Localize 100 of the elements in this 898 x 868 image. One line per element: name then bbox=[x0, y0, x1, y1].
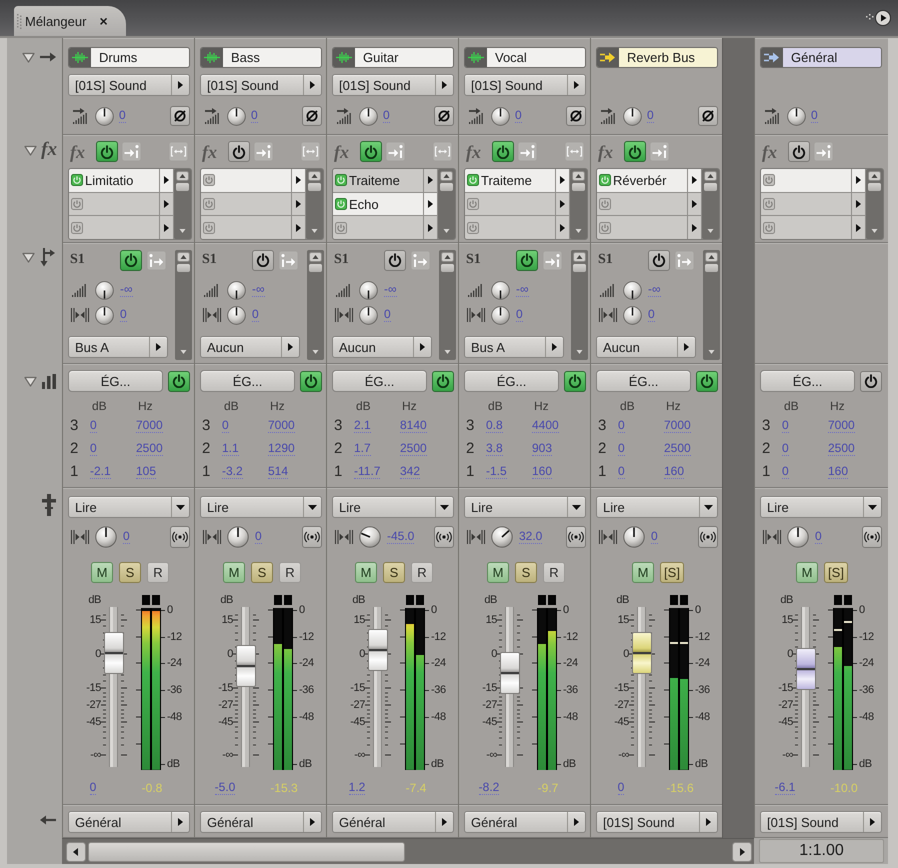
phase-invert-button[interactable] bbox=[434, 106, 454, 126]
eq-gain-value[interactable]: -1.5 bbox=[486, 464, 507, 478]
effect-menu-button[interactable] bbox=[556, 216, 569, 239]
record-button[interactable]: R bbox=[147, 562, 169, 583]
output-dropdown[interactable]: Général bbox=[332, 811, 454, 833]
mute-button[interactable]: M bbox=[91, 562, 113, 583]
pan-value[interactable]: -45.0 bbox=[387, 530, 414, 544]
send-bus-dropdown[interactable]: Aucun bbox=[200, 336, 300, 358]
effect-slot[interactable]: Traiteme bbox=[333, 169, 423, 192]
automation-mode-dropdown[interactable]: Lire bbox=[464, 496, 586, 518]
pan-value[interactable]: 0 bbox=[651, 530, 658, 544]
pan-knob[interactable] bbox=[787, 526, 809, 548]
mute-button[interactable]: M bbox=[796, 562, 818, 583]
pan-value[interactable]: 0 bbox=[815, 530, 822, 544]
input-gain-knob[interactable] bbox=[491, 106, 510, 126]
caret-up-icon[interactable] bbox=[868, 171, 881, 181]
send-volume-knob[interactable] bbox=[227, 280, 246, 300]
send-bus-dropdown[interactable]: Bus A bbox=[464, 336, 564, 358]
power-icon[interactable] bbox=[71, 222, 83, 234]
eq-power-button[interactable] bbox=[432, 370, 454, 392]
automation-mode-dropdown[interactable]: Lire bbox=[68, 496, 190, 518]
channel-name-field[interactable]: Guitar bbox=[332, 47, 454, 68]
input-gain-value[interactable]: 0 bbox=[251, 109, 258, 123]
pan-value[interactable]: 0 bbox=[255, 530, 262, 544]
fader-value[interactable]: 0 bbox=[618, 780, 624, 794]
eq-gain-value[interactable]: 0 bbox=[90, 442, 97, 456]
effect-menu-button[interactable] bbox=[424, 192, 437, 216]
output-dropdown[interactable]: Général bbox=[200, 811, 322, 833]
input-gain-knob[interactable] bbox=[359, 106, 378, 126]
effect-menu-button[interactable] bbox=[852, 192, 865, 216]
input-gain-value[interactable]: 0 bbox=[647, 109, 654, 123]
tab-close-button[interactable]: × bbox=[99, 14, 108, 28]
panel-menu-icon[interactable] bbox=[864, 8, 892, 28]
input-dropdown[interactable]: [01S] Sound bbox=[200, 74, 322, 96]
eq-frequency-value[interactable]: 160 bbox=[664, 464, 684, 478]
pan-value[interactable]: 32.0 bbox=[519, 530, 542, 544]
pan-knob[interactable] bbox=[227, 526, 249, 548]
solo-button[interactable]: [S] bbox=[824, 562, 848, 583]
eq-frequency-value[interactable]: 1290 bbox=[268, 442, 295, 456]
send-power-button[interactable] bbox=[516, 250, 538, 270]
solo-button[interactable]: S bbox=[251, 562, 273, 583]
record-button[interactable]: R bbox=[279, 562, 301, 583]
eq-gain-value[interactable]: 0.8 bbox=[486, 418, 503, 432]
eq-frequency-value[interactable]: 2500 bbox=[664, 442, 691, 456]
power-icon[interactable] bbox=[763, 198, 775, 210]
disclosure-triangle-icon[interactable] bbox=[22, 52, 35, 62]
effect-scrollbar[interactable] bbox=[702, 169, 719, 239]
scroll-thumb[interactable] bbox=[868, 183, 881, 191]
effect-menu-button[interactable] bbox=[424, 216, 437, 239]
effect-scrollbar[interactable] bbox=[438, 169, 455, 239]
eq-button[interactable]: ÉG... bbox=[68, 370, 163, 392]
fader-thumb[interactable] bbox=[368, 629, 388, 672]
disclosure-triangle-icon[interactable] bbox=[24, 144, 38, 156]
effect-scrollbar[interactable] bbox=[570, 169, 587, 239]
effects-power-button[interactable] bbox=[228, 141, 250, 162]
eq-gain-value[interactable]: 0 bbox=[618, 418, 625, 432]
automation-mode-dropdown[interactable]: Lire bbox=[200, 496, 322, 518]
fader-value[interactable]: -5.0 bbox=[214, 780, 236, 794]
scroll-left-button[interactable] bbox=[66, 842, 86, 862]
eq-gain-value[interactable]: 0 bbox=[222, 418, 229, 432]
effect-menu-button[interactable] bbox=[688, 169, 701, 192]
eq-gain-value[interactable]: 1.1 bbox=[222, 442, 239, 456]
mixer-tab[interactable]: Mélangeur × bbox=[14, 6, 126, 36]
eq-button[interactable]: ÉG... bbox=[200, 370, 295, 392]
eq-button[interactable]: ÉG... bbox=[596, 370, 691, 392]
send-volume-knob[interactable] bbox=[623, 280, 642, 300]
eq-power-button[interactable] bbox=[168, 370, 190, 392]
scroll-thumb[interactable] bbox=[441, 264, 454, 272]
eq-frequency-value[interactable]: 105 bbox=[136, 464, 156, 478]
arrow-to-bar-icon[interactable] bbox=[543, 250, 562, 270]
caret-up-icon[interactable] bbox=[441, 252, 454, 262]
send-scrollbar[interactable] bbox=[439, 250, 456, 360]
phase-invert-button[interactable] bbox=[698, 106, 718, 126]
send-power-button[interactable] bbox=[648, 250, 670, 270]
solo-button[interactable]: S bbox=[515, 562, 537, 583]
caret-up-icon[interactable] bbox=[309, 252, 322, 262]
caret-up-icon[interactable] bbox=[176, 171, 189, 181]
effect-menu-button[interactable] bbox=[424, 169, 437, 192]
eq-frequency-value[interactable]: 7000 bbox=[828, 418, 855, 432]
eq-gain-value[interactable]: 1.7 bbox=[354, 442, 371, 456]
power-icon[interactable] bbox=[203, 174, 215, 186]
caret-up-icon[interactable] bbox=[573, 252, 586, 262]
fader-thumb[interactable] bbox=[632, 632, 652, 674]
mute-button[interactable]: M bbox=[487, 562, 509, 583]
effect-slot[interactable]: Réverbér bbox=[597, 169, 687, 192]
power-icon[interactable] bbox=[335, 198, 347, 210]
eq-frequency-value[interactable]: 903 bbox=[532, 442, 552, 456]
input-gain-value[interactable]: 0 bbox=[119, 109, 126, 123]
broadcast-button[interactable] bbox=[434, 526, 454, 548]
record-button[interactable]: R bbox=[411, 562, 433, 583]
send-bus-dropdown[interactable]: Aucun bbox=[332, 336, 432, 358]
power-icon[interactable] bbox=[599, 174, 611, 186]
power-icon[interactable] bbox=[763, 222, 775, 234]
automation-mode-dropdown[interactable]: Lire bbox=[760, 496, 882, 518]
broadcast-button[interactable] bbox=[566, 526, 586, 548]
power-icon[interactable] bbox=[335, 174, 347, 186]
power-icon[interactable] bbox=[335, 222, 347, 234]
phase-invert-button[interactable] bbox=[170, 106, 190, 126]
eq-power-button[interactable] bbox=[860, 370, 882, 392]
input-dropdown[interactable]: [01S] Sound bbox=[464, 74, 586, 96]
